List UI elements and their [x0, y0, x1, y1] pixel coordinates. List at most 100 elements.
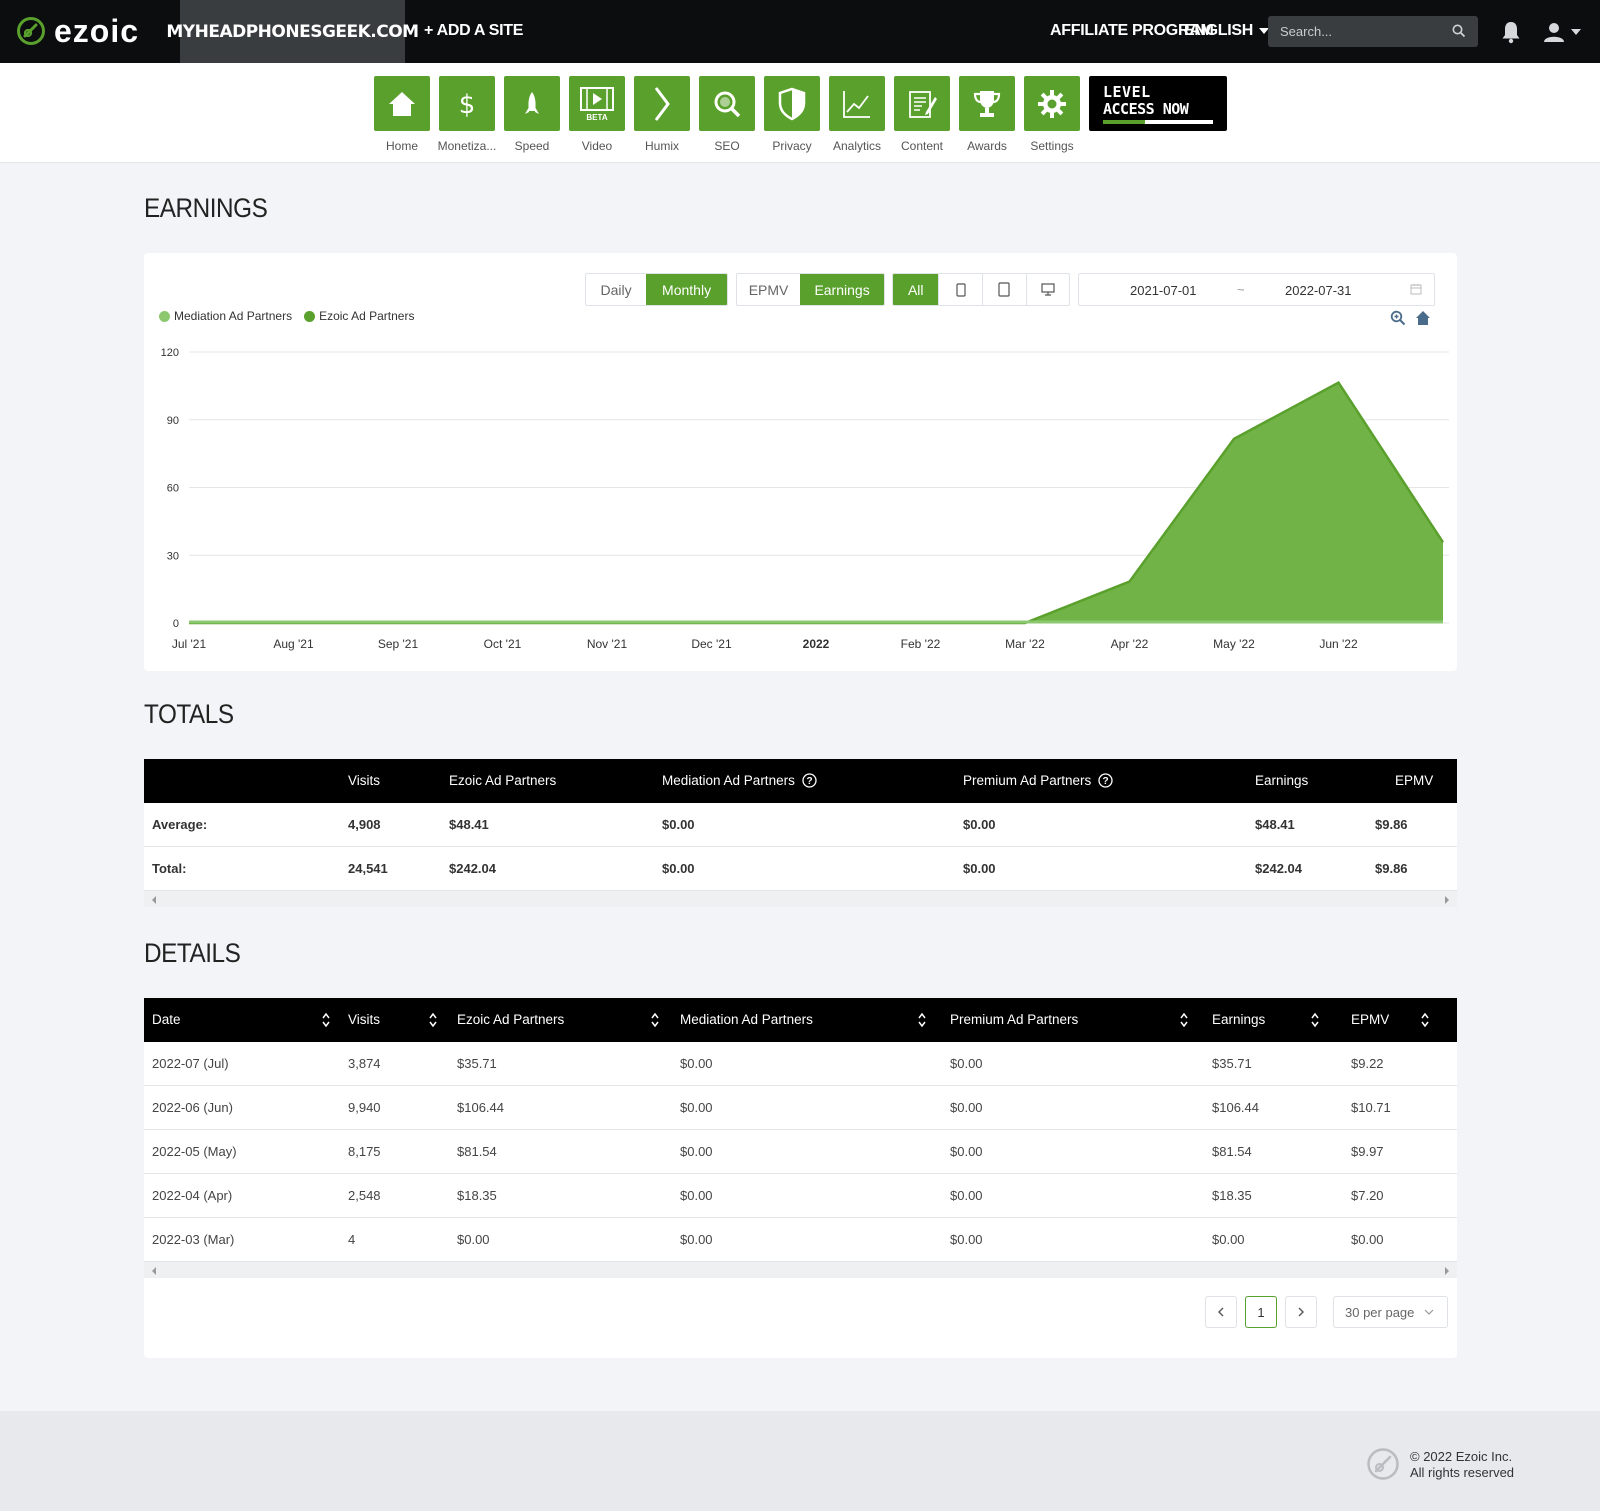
details-col-header[interactable]: Date	[152, 1012, 181, 1027]
details-col-header[interactable]: Visits	[348, 1012, 380, 1027]
home-icon	[389, 91, 415, 116]
site-selector[interactable]: MYHEADPHONESGEEK.COM	[166, 0, 419, 63]
sort-icon[interactable]	[918, 1011, 926, 1029]
app-video[interactable]: BETA Video	[569, 76, 625, 153]
details-col-header[interactable]: Premium Ad Partners	[950, 1012, 1078, 1027]
series-area-ezoic	[189, 382, 1443, 623]
search-input[interactable]	[1268, 16, 1428, 47]
details-col-header[interactable]: Ezoic Ad Partners	[457, 1012, 564, 1027]
y-tick-label: 120	[161, 347, 179, 359]
language-dropdown[interactable]: ENGLISH	[1184, 22, 1270, 40]
app-seo[interactable]: SEO	[699, 76, 755, 153]
details-scrollbar[interactable]	[144, 1262, 1457, 1278]
x-tick-label: Jun '22	[1319, 637, 1358, 651]
line-chart-icon	[843, 90, 870, 118]
app-awards[interactable]: Awards	[959, 76, 1015, 153]
reset-zoom-home-icon[interactable]	[1415, 310, 1431, 326]
table-row: 2022-04 (Apr) 2,548 $18.35 $0.00 $0.00 $18.35…	[144, 1174, 1457, 1218]
app-label: Speed	[514, 139, 550, 153]
date-separator: ~	[1237, 282, 1245, 297]
legend-item-mediation[interactable]: Mediation Ad Partners	[159, 309, 292, 323]
sort-icon[interactable]	[1421, 1011, 1429, 1029]
sort-icon[interactable]	[322, 1011, 330, 1029]
device-mobile[interactable]	[938, 274, 982, 305]
ezoic-logo[interactable]: ezoic	[16, 15, 139, 47]
cell: Average:	[152, 817, 208, 832]
scroll-left-icon[interactable]	[152, 1267, 156, 1275]
granularity-daily[interactable]: Daily	[586, 274, 646, 305]
bell-icon[interactable]	[1500, 20, 1522, 44]
metric-earnings[interactable]: Earnings	[800, 274, 884, 305]
app-monetization[interactable]: $ Monetiza...	[438, 76, 496, 153]
totals-row-average: Average: 4,908 $48.41 $0.00 $0.00 $48.41…	[144, 803, 1457, 847]
cell: $81.54	[1212, 1144, 1252, 1159]
date-end: 2022-07-31	[1285, 283, 1352, 298]
scroll-left-icon[interactable]	[152, 896, 156, 904]
app-content[interactable]: Content	[894, 76, 950, 153]
cell: 2022-04 (Apr)	[152, 1188, 233, 1203]
user-menu[interactable]	[1543, 20, 1587, 44]
cell: $106.44	[1212, 1100, 1259, 1115]
app-settings[interactable]: Settings	[1024, 76, 1080, 153]
sort-icon[interactable]	[1180, 1011, 1188, 1029]
cell: $0.00	[950, 1188, 983, 1203]
level-access-banner[interactable]: LEVEL ACCESS NOW	[1089, 76, 1227, 131]
chevron-right-icon	[1298, 1307, 1304, 1317]
cell: $0.00	[680, 1100, 713, 1115]
device-all[interactable]: All	[893, 274, 939, 305]
help-icon[interactable]: ?	[801, 773, 817, 788]
details-col-header[interactable]: Mediation Ad Partners	[680, 1012, 813, 1027]
col-visits: Visits	[348, 773, 381, 788]
totals-scrollbar[interactable]	[144, 891, 1457, 907]
sort-icon[interactable]	[651, 1011, 659, 1029]
app-privacy[interactable]: Privacy	[764, 76, 820, 153]
cell: 4,908	[348, 817, 381, 832]
sort-icon[interactable]	[429, 1011, 437, 1029]
granularity-monthly[interactable]: Monthly	[646, 274, 727, 305]
chevron-down-icon	[1424, 1309, 1434, 1315]
cell: $0.00	[457, 1232, 490, 1247]
app-analytics[interactable]: Analytics	[829, 76, 885, 153]
cell: Total:	[152, 861, 187, 876]
app-humix[interactable]: Humix	[634, 76, 690, 153]
details-title: DETAILS	[144, 938, 241, 968]
zoom-icon[interactable]	[1390, 310, 1406, 326]
cell: 8,175	[348, 1144, 381, 1159]
cell: $7.20	[1351, 1188, 1384, 1203]
app-home[interactable]: Home	[374, 76, 430, 153]
cell: $0.00	[1212, 1232, 1245, 1247]
cell: $18.35	[457, 1188, 497, 1203]
device-tablet[interactable]	[981, 274, 1026, 305]
cell: $9.86	[1375, 817, 1408, 832]
scroll-right-icon[interactable]	[1445, 896, 1449, 904]
metric-epmv[interactable]: EPMV	[737, 274, 800, 305]
next-page-button[interactable]	[1285, 1296, 1317, 1328]
details-table: Date Visits Ezoic Ad Partners Mediation Ad …	[144, 998, 1457, 1288]
x-tick-label: Apr '22	[1111, 637, 1149, 651]
col-earnings: Earnings	[1255, 773, 1309, 788]
sort-icon[interactable]	[1311, 1011, 1319, 1029]
per-page-select[interactable]: 30 per page	[1333, 1296, 1448, 1328]
cell: $0.00	[950, 1144, 983, 1159]
help-icon[interactable]: ?	[1098, 773, 1113, 788]
prev-page-button[interactable]	[1205, 1296, 1237, 1328]
details-col-header[interactable]: EPMV	[1351, 1012, 1389, 1027]
footer: © 2022 Ezoic Inc. All rights reserved	[0, 1411, 1600, 1511]
page-1-button[interactable]: 1	[1245, 1296, 1277, 1328]
scroll-right-icon[interactable]	[1445, 1267, 1449, 1275]
calendar-icon	[1410, 284, 1422, 295]
x-tick-label: May '22	[1213, 637, 1255, 651]
device-desktop[interactable]	[1025, 274, 1070, 305]
search-icon[interactable]	[1452, 24, 1466, 38]
legend-item-ezoic[interactable]: Ezoic Ad Partners	[304, 309, 414, 323]
level-line2: ACCESS NOW	[1103, 100, 1189, 118]
date-range-picker[interactable]: 2021-07-01 ~ 2022-07-31	[1078, 273, 1435, 306]
search-box	[1268, 16, 1478, 47]
app-speed[interactable]: Speed	[504, 76, 560, 153]
add-site-link[interactable]: + ADD A SITE	[424, 22, 523, 40]
beta-badge: BETA	[586, 112, 608, 122]
legend-swatch	[159, 310, 170, 322]
details-col-header[interactable]: Earnings	[1212, 1012, 1265, 1027]
cell: $35.71	[457, 1056, 497, 1071]
legend-label: Ezoic Ad Partners	[319, 309, 415, 323]
